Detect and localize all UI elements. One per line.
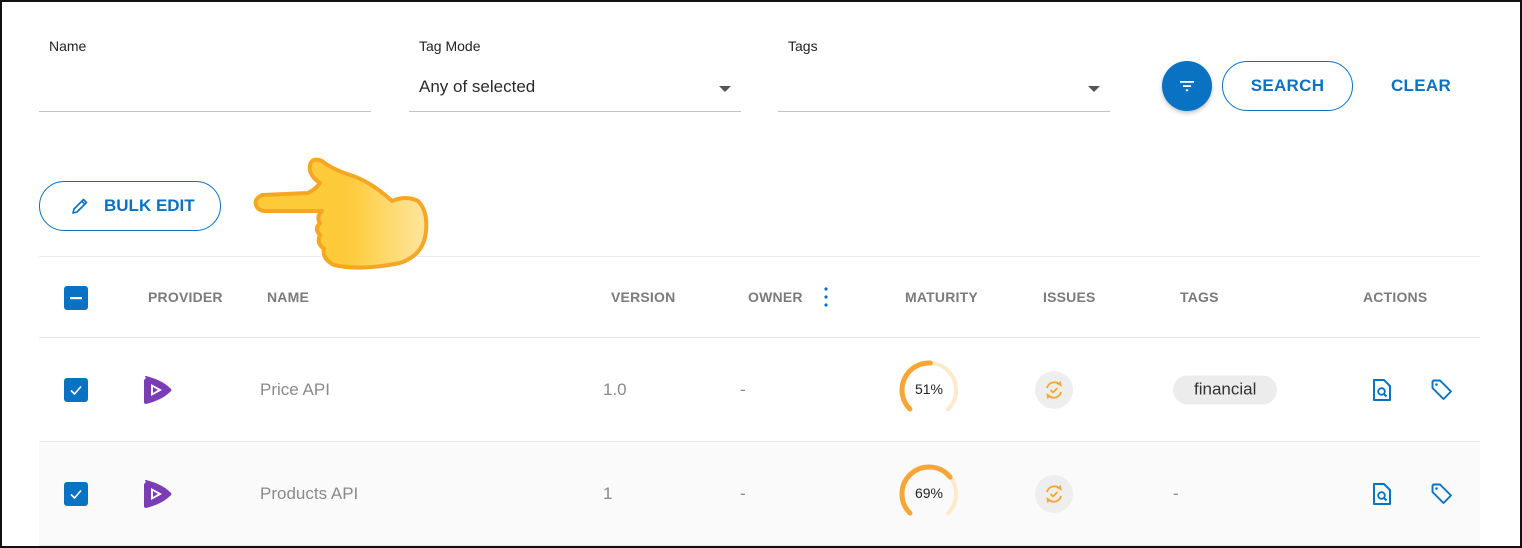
- table-row[interactable]: Products API 1 - 69% -: [39, 442, 1480, 546]
- pencil-icon: [72, 198, 88, 214]
- edit-tags-button[interactable]: [1428, 480, 1456, 508]
- bulk-edit-label: BULK EDIT: [104, 196, 195, 215]
- tag-mode-select[interactable]: Any of selected: [409, 66, 741, 112]
- column-header-tags[interactable]: TAGS: [1180, 289, 1219, 305]
- column-header-name[interactable]: NAME: [267, 289, 309, 305]
- provider-logo-icon: [144, 479, 172, 508]
- maturity-percent: 51%: [914, 380, 944, 397]
- column-menu-icon[interactable]: [822, 286, 830, 308]
- select-all-checkbox[interactable]: [64, 286, 88, 310]
- check-icon: [70, 489, 82, 499]
- tags-select[interactable]: [778, 66, 1110, 112]
- row-owner: -: [740, 483, 746, 503]
- row-version: 1.0: [603, 379, 627, 399]
- name-input-wrapper[interactable]: [39, 66, 371, 112]
- clear-button[interactable]: CLEAR: [1375, 61, 1467, 111]
- sync-check-icon: [1046, 380, 1062, 399]
- issues-button[interactable]: [1035, 370, 1073, 409]
- filter-icon: [1180, 81, 1194, 92]
- sync-check-icon: [1046, 484, 1062, 503]
- name-label: Name: [49, 38, 87, 54]
- row-owner: -: [740, 379, 746, 399]
- filter-button[interactable]: [1162, 61, 1212, 111]
- chevron-down-icon: [1088, 86, 1100, 92]
- provider-logo-icon: [144, 375, 172, 404]
- maturity-percent: 69%: [914, 484, 944, 501]
- tag-chip[interactable]: financial: [1173, 375, 1278, 404]
- bulk-edit-button[interactable]: BULK EDIT: [39, 181, 221, 231]
- tag-mode-label: Tag Mode: [419, 38, 481, 54]
- issues-button[interactable]: [1035, 474, 1073, 513]
- document-search-icon: [1373, 482, 1391, 505]
- search-button[interactable]: SEARCH: [1222, 61, 1353, 111]
- view-details-button[interactable]: [1368, 376, 1396, 404]
- row-version: 1: [603, 483, 613, 503]
- view-details-button[interactable]: [1368, 480, 1396, 508]
- pointing-hand-icon: [253, 157, 429, 270]
- tag-icon: [1431, 483, 1452, 504]
- column-header-version[interactable]: VERSION: [611, 289, 675, 305]
- column-header-maturity[interactable]: MATURITY: [905, 289, 978, 305]
- row-checkbox[interactable]: [64, 377, 88, 402]
- tags-label: Tags: [788, 38, 818, 54]
- tag-icon: [1431, 379, 1452, 400]
- api-table: PROVIDER NAME VERSION OWNER MATURITY ISS…: [39, 256, 1480, 546]
- tag-mode-value: Any of selected: [419, 77, 536, 96]
- chevron-down-icon: [719, 86, 731, 92]
- row-name[interactable]: Price API: [260, 380, 330, 400]
- row-name[interactable]: Products API: [260, 484, 358, 504]
- check-icon: [70, 385, 82, 395]
- row-checkbox[interactable]: [64, 481, 88, 506]
- column-header-actions: ACTIONS: [1363, 289, 1428, 305]
- tags-empty: -: [1173, 483, 1179, 503]
- minus-icon: [70, 297, 82, 300]
- name-input[interactable]: [39, 66, 371, 111]
- table-row[interactable]: Price API 1.0 - 51% financial: [39, 338, 1480, 442]
- maturity-gauge: 51%: [898, 359, 960, 421]
- column-header-provider[interactable]: PROVIDER: [148, 289, 223, 305]
- document-search-icon: [1373, 378, 1391, 401]
- maturity-gauge: 69%: [898, 463, 960, 525]
- column-header-issues[interactable]: ISSUES: [1043, 289, 1096, 305]
- column-header-owner[interactable]: OWNER: [748, 289, 803, 305]
- edit-tags-button[interactable]: [1428, 376, 1456, 404]
